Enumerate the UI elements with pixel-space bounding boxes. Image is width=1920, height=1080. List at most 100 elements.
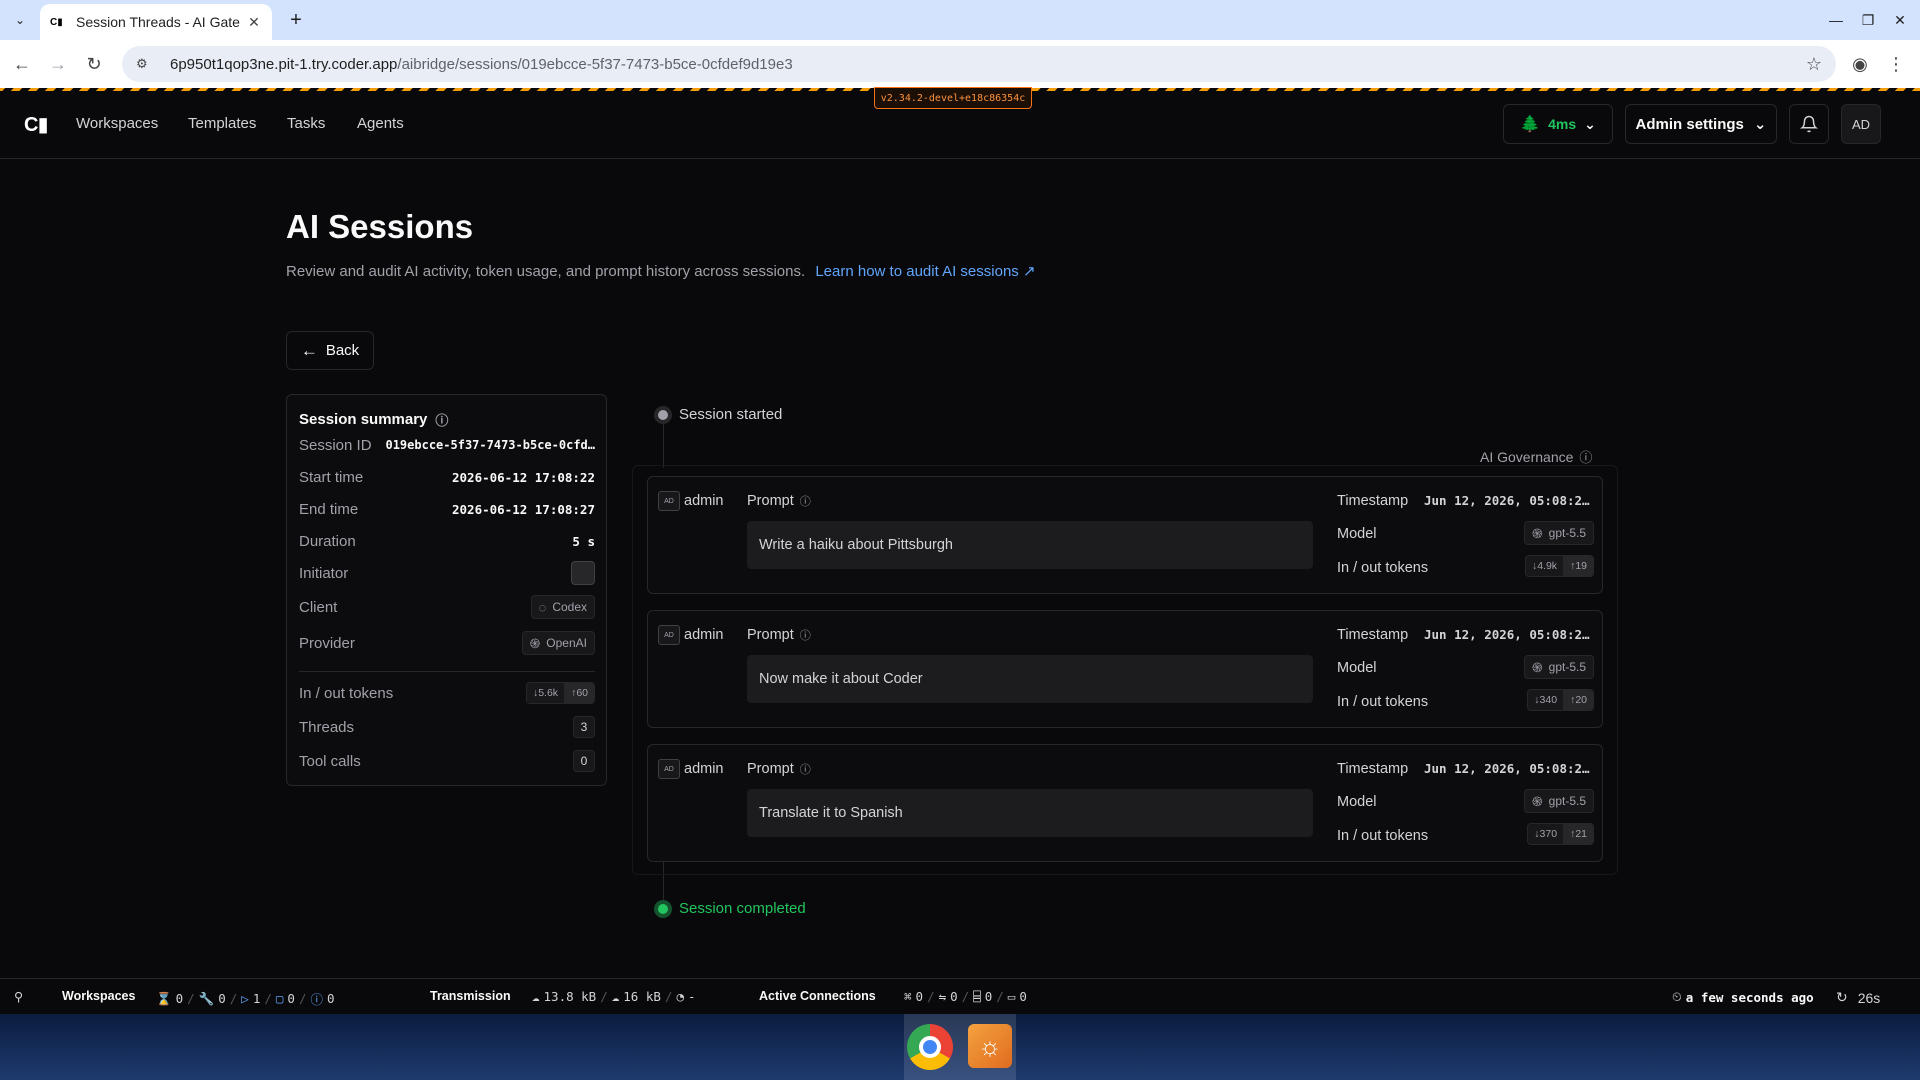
admin-settings-button[interactable]: Admin settings ⌄	[1625, 104, 1777, 144]
cloud-upload-icon: ☁	[611, 989, 620, 1004]
back-button[interactable]: ← Back	[286, 331, 374, 370]
region-flag-icon: 🌲	[1520, 116, 1541, 133]
token-counts: ↓5.6k ↑60	[525, 682, 595, 704]
window-close-icon[interactable]: ✕	[1888, 8, 1912, 32]
model-chip: ֍ gpt-5.5	[1524, 655, 1594, 679]
summary-divider	[299, 671, 595, 672]
tokens-in: ↓340	[1528, 690, 1564, 710]
terminal-icon: ⌸	[973, 989, 981, 1004]
browser-tab[interactable]: C▮ Session Threads - AI Gate ✕	[40, 4, 272, 40]
session-started-label: Session started	[679, 406, 783, 423]
gauge-icon: ◔	[676, 989, 684, 1004]
reload-icon[interactable]: ↻	[82, 52, 106, 76]
tab-search-icon[interactable]: ⌄	[10, 10, 30, 30]
workspaces-counts[interactable]: ⌛ 0/ 🔧 0/ ▷ 1/ ▢ 0/ ⓘ 0	[156, 989, 335, 1008]
nav-agents[interactable]: Agents	[357, 115, 404, 132]
summary-row-provider: Provider ֍ OpenAI	[299, 629, 595, 657]
app-navbar: C▮ Workspaces Templates Tasks Agents 🌲 4…	[0, 91, 1920, 159]
session-id-value[interactable]: 019ebcce-5f37-7473-b5ce-0cfd…	[385, 438, 595, 452]
openai-icon: ֍	[1532, 794, 1543, 809]
prompt-text: Write a haiku about Pittsburgh	[747, 521, 1313, 569]
tokens-label: In / out tokens	[1337, 828, 1429, 844]
model-chip: ֍ gpt-5.5	[1524, 521, 1594, 545]
connection-counts: ⌘ 0/ ⇋ 0/ ⌸ 0/ ▭ 0	[904, 989, 1027, 1004]
last-updated: ⏲ a few seconds ago	[1672, 989, 1814, 1005]
info-icon[interactable]: ⓘ	[1579, 447, 1592, 466]
site-info-icon[interactable]: ⚙	[136, 56, 156, 72]
vscode-icon: ⌘	[904, 989, 912, 1004]
threads-count: 3	[573, 716, 595, 738]
admin-settings-label: Admin settings	[1635, 115, 1744, 133]
start-time-value: 2026-06-12 17:08:22	[452, 469, 595, 485]
summary-row-tool-calls: Tool calls 0	[299, 747, 595, 775]
coder-favicon-icon: C▮	[50, 16, 63, 28]
ssh-icon: ⇋	[938, 989, 947, 1004]
model-label: Model	[1337, 794, 1377, 810]
minimize-icon[interactable]: —	[1824, 8, 1848, 32]
page-title: AI Sessions	[286, 208, 474, 245]
summary-row-tokens: In / out tokens ↓5.6k ↑60	[299, 679, 595, 707]
thread-card[interactable]: AD admin Prompt ⓘ Write a haiku about Pittsb…	[647, 476, 1603, 594]
external-link-icon: ↗	[1022, 263, 1036, 280]
forward-arrow-icon[interactable]: →	[46, 52, 70, 76]
prompt-label: Prompt ⓘ	[747, 493, 811, 509]
info-icon[interactable]: ⓘ	[800, 761, 811, 777]
cloud-download-icon: ☁	[532, 989, 540, 1004]
chrome-app-icon[interactable]	[907, 1024, 953, 1070]
bell-icon	[1800, 115, 1818, 133]
summary-row-duration: Duration 5 s	[299, 532, 595, 550]
openai-icon: ֍	[1532, 526, 1543, 541]
transmission-stats: ☁ 13.8 kB / ☁ 16 kB / ◔ -	[532, 989, 696, 1004]
model-label: Model	[1337, 526, 1377, 542]
tokens-out: ↑20	[1563, 690, 1593, 710]
refresh-button[interactable]: ↻ 26s	[1836, 989, 1880, 1006]
new-tab-icon[interactable]: +	[284, 8, 308, 32]
bookmark-star-icon[interactable]: ☆	[1806, 54, 1822, 75]
profile-icon[interactable]: ◉	[1848, 52, 1872, 76]
summary-row-session-id: Session ID 019ebcce-5f37-7473-b5ce-0cfd…	[299, 436, 595, 454]
coder-logo[interactable]: C▮	[24, 112, 48, 137]
notifications-button[interactable]	[1789, 104, 1829, 144]
info-icon[interactable]: ⓘ	[800, 627, 811, 643]
thread-card[interactable]: AD admin Prompt ⓘ Translate it to Spanish Tim…	[647, 744, 1603, 862]
nav-templates[interactable]: Templates	[188, 115, 256, 132]
clock-icon: ⏲	[1672, 989, 1682, 1004]
proxy-latency-button[interactable]: 🌲 4ms ⌄	[1503, 104, 1613, 144]
thread-user-avatar: AD	[658, 625, 680, 645]
token-counts: ↓370 ↑21	[1527, 823, 1594, 845]
back-label: Back	[325, 342, 360, 359]
prompt-label: Prompt ⓘ	[747, 627, 811, 643]
nav-tasks[interactable]: Tasks	[287, 115, 325, 132]
app-window-icon: ▭	[1007, 989, 1016, 1004]
back-arrow-icon[interactable]: ←	[10, 52, 34, 76]
tool-calls-count: 0	[573, 750, 595, 772]
address-bar[interactable]: ⚙ 6p950t1qop3ne.pit-1.try.coder.app/aibr…	[122, 46, 1836, 82]
thread-user-avatar: AD	[658, 759, 680, 779]
status-workspaces-label: Workspaces	[62, 989, 136, 1003]
thread-card[interactable]: AD admin Prompt ⓘ Now make it about Coder Tim…	[647, 610, 1603, 728]
app-launcher-icon[interactable]: ☼	[968, 1024, 1012, 1068]
tab-close-icon[interactable]: ✕	[246, 14, 262, 31]
openai-icon: ֍	[1532, 660, 1543, 675]
play-icon: ▷	[241, 991, 249, 1006]
audit-docs-link[interactable]: Learn how to audit AI sessions ↗	[815, 263, 1035, 280]
timeline-line-top	[663, 420, 664, 468]
transmission-label: Transmission	[430, 989, 511, 1003]
info-icon[interactable]: ⓘ	[800, 493, 811, 509]
session-completed-label: Session completed	[679, 900, 806, 917]
error-icon: ⓘ	[310, 992, 323, 1007]
tab-title: Session Threads - AI Gate	[76, 14, 240, 30]
user-avatar[interactable]: AD	[1841, 104, 1881, 144]
nav-workspaces[interactable]: Workspaces	[76, 115, 158, 132]
tokens-label: In / out tokens	[1337, 560, 1429, 576]
tokens-in: ↓370	[1528, 824, 1564, 844]
browser-menu-icon[interactable]: ⋮	[1884, 52, 1908, 76]
info-icon[interactable]: ⓘ	[435, 410, 448, 429]
refresh-icon: ↻	[1836, 989, 1848, 1005]
tokens-in: ↓4.9k	[1525, 556, 1564, 576]
restore-icon[interactable]: ❐	[1856, 8, 1880, 32]
browser-tabstrip: ⌄ C▮ Session Threads - AI Gate ✕ + — ❐ ✕	[0, 0, 1920, 40]
page-description: Review and audit AI activity, token usag…	[286, 262, 1036, 280]
timestamp-label: Timestamp	[1337, 627, 1409, 643]
session-completed-dot	[658, 904, 668, 914]
